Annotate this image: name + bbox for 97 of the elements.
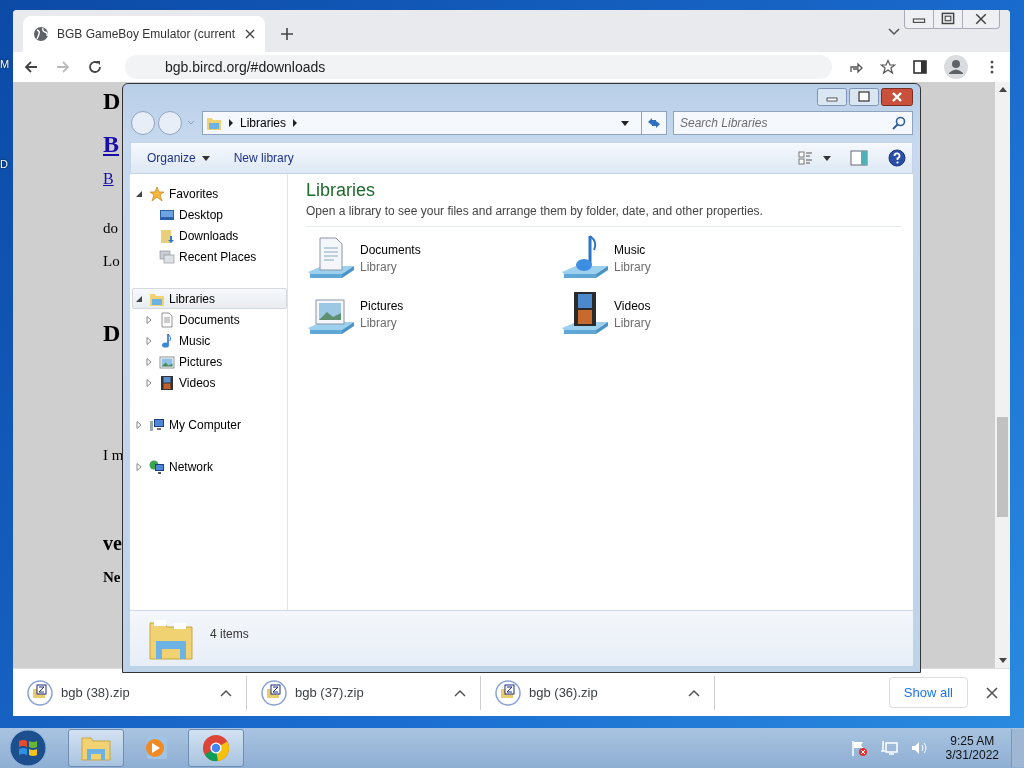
tree-item[interactable]: Pictures: [142, 351, 287, 372]
clock-time: 9:25 AM: [950, 734, 995, 748]
page-heading: D: [103, 320, 121, 347]
close-icon[interactable]: [986, 686, 998, 699]
library-tile[interactable]: Music Library: [560, 233, 814, 283]
tree-item[interactable]: Network: [132, 456, 287, 477]
preview-pane-icon[interactable]: [850, 150, 868, 166]
download-item[interactable]: bgb (38).zip: [13, 675, 247, 710]
tree-item[interactable]: Videos: [142, 372, 287, 393]
breadcrumb[interactable]: Libraries: [240, 116, 287, 130]
page-text: Lo: [103, 253, 120, 270]
show-all-button[interactable]: Show all: [888, 677, 968, 708]
caret-up-icon[interactable]: [220, 688, 232, 697]
address-bar[interactable]: bgb.bircd.org/#downloads: [125, 55, 832, 79]
scroll-up-icon[interactable]: [998, 86, 1007, 92]
zip-file-icon: [27, 679, 53, 706]
tree-item[interactable]: Recent Places: [142, 246, 287, 267]
search-icon[interactable]: [891, 115, 907, 131]
globe-icon: [33, 26, 49, 42]
computer-icon: [149, 416, 165, 433]
picture-frame-icon: [159, 353, 175, 370]
collapsed-arrow-icon[interactable]: [145, 357, 153, 366]
collapsed-arrow-icon[interactable]: [145, 315, 153, 324]
page-heading: D: [103, 88, 121, 115]
new-tab-icon[interactable]: [281, 28, 293, 40]
caret-up-icon[interactable]: [688, 688, 700, 697]
network-icon: [149, 458, 165, 475]
folder-arrow-icon: [159, 227, 175, 244]
star-outline-icon[interactable]: [880, 59, 896, 75]
view-options-icon[interactable]: [798, 150, 832, 166]
tree-item[interactable]: Downloads: [142, 225, 287, 246]
dropdown-arrow-icon[interactable]: [621, 120, 629, 126]
action-center-flag-icon[interactable]: [849, 739, 868, 757]
recent-places-icon: [159, 248, 175, 265]
taskbar-app[interactable]: [188, 729, 244, 767]
download-item[interactable]: bgb (37).zip: [247, 675, 481, 710]
library-tile[interactable]: Pictures Library: [306, 289, 560, 339]
page-link[interactable]: B: [103, 170, 114, 188]
tree-item[interactable]: Libraries: [132, 288, 287, 309]
breadcrumb-arrow-icon[interactable]: [292, 119, 299, 127]
tree-item[interactable]: Desktop: [142, 204, 287, 225]
tree-item[interactable]: My Computer: [132, 414, 287, 435]
collapsed-arrow-icon[interactable]: [135, 420, 143, 429]
breadcrumb-arrow-icon[interactable]: [228, 119, 234, 127]
reload-icon[interactable]: [87, 59, 103, 75]
caret-up-icon[interactable]: [454, 688, 466, 697]
collapsed-arrow-icon[interactable]: [135, 462, 143, 471]
page-text: do: [103, 220, 118, 237]
scroll-down-icon[interactable]: [998, 658, 1007, 664]
collapsed-arrow-icon[interactable]: [145, 378, 153, 387]
zip-file-icon: [495, 679, 521, 706]
library-folder-icon: [206, 115, 222, 131]
collapsed-arrow-icon[interactable]: [145, 336, 153, 345]
library-tile[interactable]: Videos Library: [560, 289, 814, 339]
back-arrow-icon[interactable]: [23, 59, 39, 75]
folder-icon: [81, 734, 111, 762]
tab-search-chevron-icon[interactable]: [888, 28, 900, 36]
search-field[interactable]: Search Libraries: [673, 111, 913, 135]
side-panel-icon[interactable]: [912, 59, 928, 75]
tree-item[interactable]: Documents: [142, 309, 287, 330]
toolbar-button[interactable]: New library: [225, 147, 302, 169]
page-text: I m: [103, 447, 124, 464]
expanded-arrow-icon[interactable]: [135, 189, 143, 198]
close-icon[interactable]: [245, 29, 255, 39]
library-description: Open a library to see your files and arrange them by folder, date, and other properties.: [306, 204, 764, 218]
tree-item[interactable]: Music: [142, 330, 287, 351]
document-icon: [159, 311, 175, 328]
download-item[interactable]: bgb (36).zip: [481, 675, 715, 710]
desktop-icon-label[interactable]: M: [0, 58, 10, 70]
clock[interactable]: 9:25 AM 3/31/2022: [945, 734, 999, 762]
expanded-arrow-icon[interactable]: [135, 294, 143, 303]
close-icon[interactable]: [881, 88, 913, 106]
help-icon[interactable]: [888, 149, 906, 167]
library-heading: Libraries: [306, 180, 377, 201]
organize-menu-button[interactable]: Organize: [139, 147, 218, 169]
address-bar[interactable]: Libraries: [202, 111, 667, 135]
clock-date: 3/31/2022: [945, 748, 999, 762]
tab-title: BGB GameBoy Emulator (current: [57, 27, 237, 41]
browser-tab[interactable]: BGB GameBoy Emulator (current: [23, 16, 265, 52]
library-tile[interactable]: Documents Library: [306, 233, 560, 283]
item-count: 4 items: [210, 626, 249, 641]
page-subheading: ve: [103, 532, 122, 555]
tree-item[interactable]: Favorites: [132, 183, 287, 204]
start-button[interactable]: [8, 728, 48, 768]
desktop-icon-label[interactable]: D: [0, 158, 10, 170]
caret-icon: [201, 155, 210, 161]
film-strip-icon: [159, 374, 175, 391]
page-text: Ne: [103, 569, 121, 586]
profile-avatar-icon[interactable]: [944, 55, 968, 79]
maximize-icon[interactable]: [849, 88, 879, 106]
scroll-thumb[interactable]: [997, 417, 1008, 517]
browser-logo-icon: [201, 734, 231, 762]
star-icon: [149, 185, 165, 202]
taskbar-app[interactable]: [68, 729, 124, 767]
scrollbar[interactable]: [995, 82, 1010, 668]
page-title-link[interactable]: B: [103, 131, 119, 158]
zip-file-icon: [261, 679, 287, 706]
